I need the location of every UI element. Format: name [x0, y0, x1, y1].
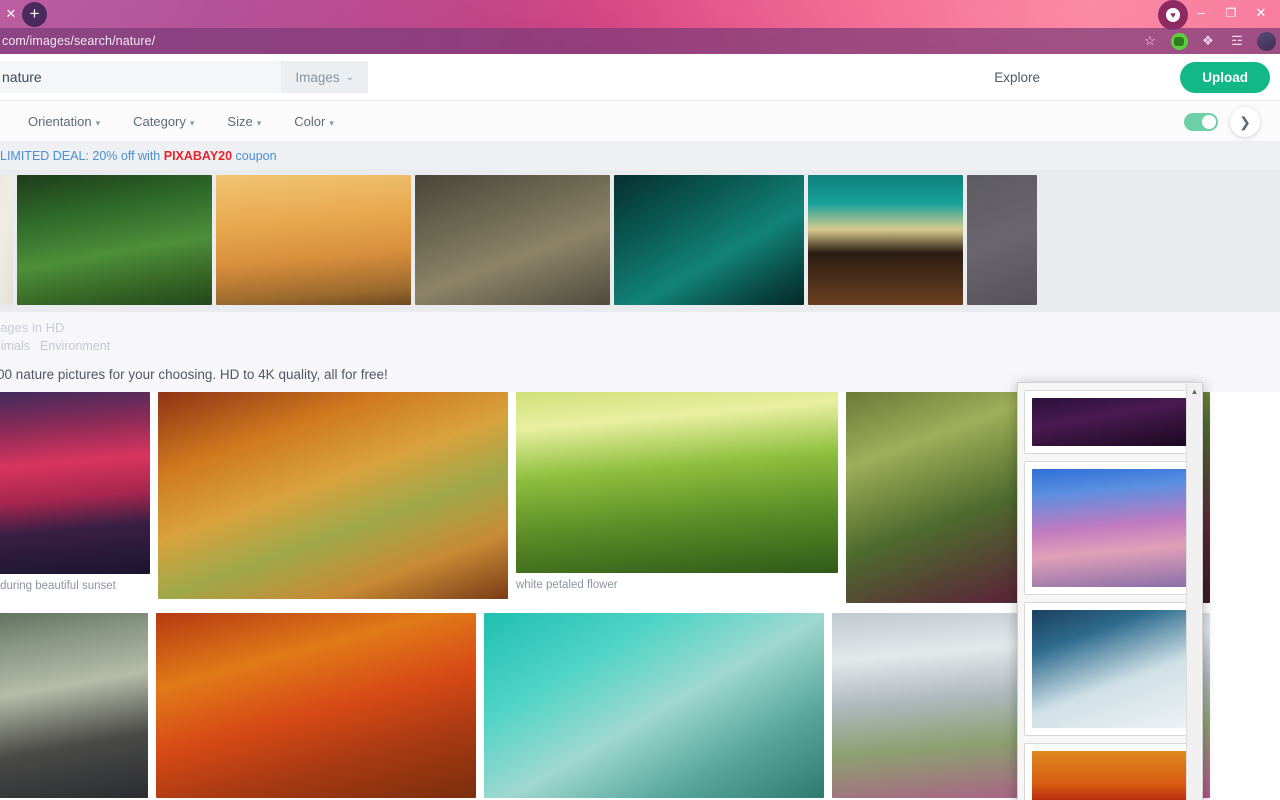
results-grid: of water during beautiful sunset white pe…: [0, 382, 1280, 800]
reading-list-icon[interactable]: ☲: [1227, 31, 1247, 51]
trending-strip: [0, 170, 1280, 312]
filter-orientation[interactable]: Orientation ▾: [28, 114, 100, 129]
filter-color-label: Color: [294, 113, 326, 129]
tag-list: arthAnimalsEnvironment: [0, 339, 1280, 353]
filter-color[interactable]: Color ▾: [294, 114, 334, 129]
caret-down-icon: ▾: [256, 117, 262, 128]
result-card-tree-sunset-water[interactable]: of water during beautiful sunset: [0, 392, 150, 592]
window-minimize-button[interactable]: –: [1188, 2, 1214, 24]
caret-down-icon: ▾: [95, 117, 101, 128]
trending-row: [0, 175, 1280, 305]
avatar[interactable]: [1256, 31, 1276, 51]
tab-strip: ✕ + ♥ – ❐ ✕: [0, 0, 1280, 30]
promo-code: PIXABAY20: [163, 149, 233, 163]
upload-button[interactable]: Upload: [1180, 62, 1270, 93]
page-content: Images ⌄ Explore Upload ▾ Orientation▾ C…: [0, 54, 1280, 800]
download-thumb-waterfall-mist[interactable]: [1032, 610, 1188, 728]
address-bar[interactable]: com/images/search/nature/ ☆ ❖ ☲: [0, 28, 1280, 54]
trending-thumb-dark-eucalyptus[interactable]: [967, 175, 1037, 305]
popup-scrollbar[interactable]: ▲ ▼: [1186, 384, 1201, 800]
chevron-down-icon: ⌄: [345, 71, 354, 83]
filter-category[interactable]: Category ▾: [133, 114, 194, 129]
url-text[interactable]: com/images/search/nature/: [0, 34, 155, 48]
search-type-selector[interactable]: Images ⌄: [281, 61, 368, 93]
result-caption: white petaled flower: [516, 579, 618, 591]
result-image-sunny-meadow-daisies[interactable]: [516, 392, 838, 573]
download-thumb-orange-sunset-birds[interactable]: [1032, 751, 1188, 800]
result-caption: of water during beautiful sunset: [0, 580, 116, 592]
result-card-autumn-forest-road[interactable]: [158, 392, 508, 599]
safesearch-toggle[interactable]: [1184, 113, 1218, 131]
new-tab-button[interactable]: +: [22, 2, 47, 27]
promo-link[interactable]: LIMITED DEAL: 20% off with PIXABAY20 cou…: [0, 149, 277, 163]
browser-chrome: ✕ + ♥ – ❐ ✕ com/images/search/nature/ ☆ …: [0, 0, 1280, 54]
search-bar[interactable]: Images ⌄: [0, 61, 368, 93]
window-maximize-button[interactable]: ❐: [1218, 2, 1244, 24]
result-image-autumn-forest-road[interactable]: [158, 392, 508, 599]
profile-badge[interactable]: ♥: [1158, 0, 1188, 30]
explore-link[interactable]: Explore: [994, 70, 1040, 85]
download-option-orange-sunset-birds[interactable]: [1024, 743, 1196, 800]
green-extension-icon[interactable]: [1169, 31, 1189, 51]
bookmark-star-icon[interactable]: ☆: [1140, 31, 1160, 51]
result-image-dandelion-dew-teal[interactable]: [484, 613, 824, 798]
promo-prefix: LIMITED DEAL: 20% off with: [0, 149, 164, 163]
trending-thumb-white-wood-leaves[interactable]: [0, 175, 13, 305]
tag-1[interactable]: Animals: [0, 339, 30, 353]
tag-2[interactable]: Environment: [40, 339, 110, 353]
download-options-popup: Download ▲ ▼: [1017, 382, 1203, 800]
trending-thumb-hand-in-wheat-sunset[interactable]: [216, 175, 411, 305]
filter-bar: ▾ Orientation▾ Category▾ Size▾ Color▾ ❯: [0, 100, 1280, 142]
result-image-tree-sunset-water[interactable]: [0, 392, 150, 574]
trending-thumb-forest-path[interactable]: [17, 175, 212, 305]
download-thumb-boat-purple-sunset-lake[interactable]: [1032, 469, 1188, 587]
download-options-list: [1018, 383, 1202, 800]
scroll-up-icon[interactable]: ▲: [1187, 384, 1202, 399]
result-card-dandelion-dew-teal[interactable]: [484, 613, 824, 798]
trending-thumb-teal-sea-horizon[interactable]: [808, 175, 963, 305]
headline-block: es & Images in HD arthAnimalsEnvironment…: [0, 312, 1280, 392]
result-image-red-autumn-woods[interactable]: [156, 613, 476, 798]
search-type-label: Images: [295, 69, 340, 85]
trending-thumb-tropical-teal-leaves[interactable]: [614, 175, 804, 305]
result-card-red-autumn-woods[interactable]: [156, 613, 476, 798]
tab-close-icon[interactable]: ✕: [2, 5, 20, 23]
caret-down-icon: ▾: [189, 117, 195, 128]
search-input[interactable]: [0, 69, 282, 85]
promo-suffix: coupon: [232, 149, 277, 163]
download-option-boat-purple-sunset-lake[interactable]: [1024, 461, 1196, 595]
filter-category-label: Category: [133, 113, 186, 129]
site-header: Images ⌄ Explore Upload: [0, 54, 1280, 100]
filter-size[interactable]: Size ▾: [227, 114, 261, 129]
download-option-purple-night-flower[interactable]: [1024, 390, 1196, 454]
trending-thumb-woman-with-dandelion[interactable]: [415, 175, 610, 305]
filter-size-label: Size: [227, 113, 253, 129]
filter-orientation-label: Orientation: [28, 113, 92, 129]
page-subtitle: n 600,000 nature pictures for your choos…: [0, 367, 388, 382]
result-card-sunbeam-forest-road[interactable]: [0, 613, 148, 798]
result-card-sunny-meadow-daisies[interactable]: white petaled flower: [516, 392, 838, 591]
caret-down-icon: ▾: [329, 117, 334, 128]
profile-heart-icon: ♥: [1166, 8, 1180, 22]
next-arrow-button[interactable]: ❯: [1230, 107, 1260, 137]
window-close-button[interactable]: ✕: [1248, 2, 1274, 24]
download-thumb-purple-night-flower[interactable]: [1032, 398, 1188, 446]
result-image-sunbeam-forest-road[interactable]: [0, 613, 148, 798]
extensions-puzzle-icon[interactable]: ❖: [1198, 31, 1218, 51]
promo-banner: LIMITED DEAL: 20% off with PIXABAY20 cou…: [0, 142, 1280, 170]
address-bar-icons: ☆ ❖ ☲: [1140, 28, 1280, 54]
page-title: es & Images in HD: [0, 320, 65, 335]
download-option-waterfall-mist[interactable]: [1024, 602, 1196, 736]
